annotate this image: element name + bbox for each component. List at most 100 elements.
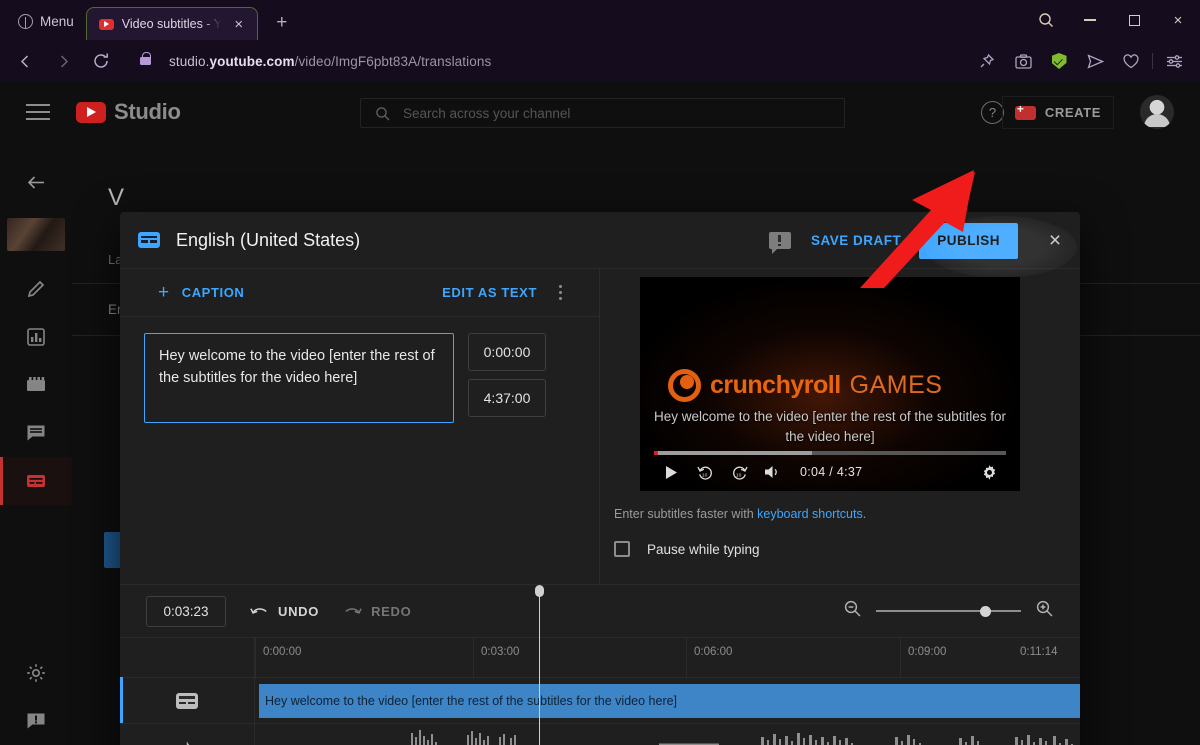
publish-button[interactable]: PUBLISH (919, 222, 1018, 259)
analytics-icon (27, 328, 45, 346)
zoom-slider-thumb[interactable] (980, 606, 991, 617)
caption-text-input[interactable]: Hey welcome to the video [enter the rest… (144, 333, 454, 423)
url-prefix: studio. (169, 53, 210, 69)
sidebar-item-editor[interactable] (0, 361, 72, 409)
forward-10-icon[interactable]: 10 (722, 464, 756, 481)
sidebar-item-feedback[interactable] (0, 697, 72, 745)
video-player[interactable]: crunchyroll GAMES Hey welcome to the vid… (640, 277, 1020, 491)
gear-icon[interactable] (972, 464, 1006, 481)
caption-start-time-input[interactable]: 0:00:00 (468, 333, 546, 371)
redo-label: REDO (371, 603, 412, 619)
tab-title: Video subtitles - YouTube S (121, 17, 221, 31)
music-note-icon: ♪ (182, 736, 192, 745)
caption-time-fields: 0:00:00 4:37:00 (468, 333, 546, 423)
crunchyroll-brand-suffix: GAMES (849, 371, 943, 399)
create-button[interactable]: CREATE (1001, 96, 1114, 129)
video-controls: 10 10 0:04 / 4:37 (654, 459, 1006, 485)
play-icon[interactable] (654, 465, 688, 480)
sidebar-item-details[interactable] (0, 265, 72, 313)
ruler-tick: 0:00:00 (255, 638, 301, 678)
camera-icon[interactable] (1010, 48, 1036, 74)
save-draft-button[interactable]: SAVE DRAFT (811, 233, 901, 248)
pause-while-typing-row[interactable]: Pause while typing (614, 541, 760, 557)
hint-suffix: . (862, 507, 867, 521)
pin-icon[interactable] (974, 48, 1000, 74)
ruler-tick: 0:11:14 (1020, 646, 1058, 658)
maximize-icon[interactable] (1112, 0, 1156, 40)
feedback-icon[interactable] (768, 232, 791, 254)
sidebar-item-back[interactable] (0, 158, 72, 206)
more-options-icon[interactable] (551, 285, 569, 300)
undo-button[interactable]: UNDO (250, 604, 319, 619)
ruler-tick: 0:03:00 (473, 638, 519, 678)
help-icon[interactable]: ? (981, 101, 1004, 124)
window-close-icon[interactable]: × (1156, 0, 1200, 40)
video-thumbnail[interactable] (7, 218, 65, 251)
subtitles-icon (27, 475, 45, 487)
send-icon[interactable] (1082, 48, 1108, 74)
back-icon[interactable] (8, 44, 42, 78)
comment-icon (27, 425, 45, 441)
window-controls: × (1024, 0, 1200, 40)
redo-button[interactable]: REDO (343, 604, 411, 619)
browser-menu-button[interactable]: Menu (12, 7, 80, 35)
video-progress-played (654, 451, 813, 455)
pause-while-typing-checkbox[interactable] (614, 541, 630, 557)
film-icon (27, 377, 45, 391)
keyboard-shortcuts-link[interactable]: keyboard shortcuts (757, 507, 863, 521)
reload-icon[interactable] (84, 44, 118, 78)
caption-timeline-block[interactable]: Hey welcome to the video [enter the rest… (259, 684, 1080, 718)
edit-as-text-button[interactable]: EDIT AS TEXT (442, 285, 537, 300)
video-time-display: 0:04 / 4:37 (800, 465, 863, 479)
youtube-logo-icon (76, 101, 106, 123)
plus-icon: + (158, 282, 170, 303)
timeline-toolbar: 0:03:23 UNDO REDO (120, 585, 1080, 637)
timeline-current-time[interactable]: 0:03:23 (146, 595, 226, 627)
sidebar-bottom-group (0, 649, 72, 745)
url-path: /video/ImgF6pbt83A/translations (294, 53, 492, 69)
sliders-icon[interactable] (1161, 48, 1187, 74)
pencil-icon (27, 280, 45, 298)
caption-toolbar: + CAPTION EDIT AS TEXT (120, 269, 599, 317)
heart-icon[interactable] (1118, 48, 1144, 74)
browser-tab[interactable]: Video subtitles - YouTube S × (85, 7, 258, 40)
closed-caption-icon (176, 692, 198, 709)
caption-track-row[interactable]: Hey welcome to the video [enter the rest… (120, 677, 1080, 724)
sidebar-item-subtitles[interactable] (0, 457, 72, 505)
avatar[interactable] (1140, 95, 1174, 129)
audio-track-row[interactable]: ♪ (120, 723, 1080, 745)
browser-tab-bar: Menu Video subtitles - YouTube S × + × (0, 0, 1200, 40)
add-caption-button[interactable]: + CAPTION (158, 283, 244, 302)
volume-icon[interactable] (756, 464, 790, 480)
video-progress-bar[interactable] (654, 451, 1006, 455)
timeline-zoom-slider[interactable] (876, 604, 1021, 618)
crunchyroll-logo: crunchyroll GAMES (668, 369, 942, 402)
hamburger-menu-icon[interactable] (26, 99, 50, 125)
browser-search-icon[interactable] (1024, 0, 1068, 40)
sidebar-item-settings[interactable] (0, 649, 72, 697)
new-tab-button[interactable]: + (272, 12, 292, 33)
studio-logo[interactable]: Studio (76, 99, 181, 125)
address-bar[interactable]: studio.youtube.com/video/ImgF6pbt83A/tra… (169, 54, 491, 69)
close-icon[interactable]: × (1036, 229, 1074, 253)
zoom-out-icon[interactable] (843, 599, 862, 623)
timeline-playhead[interactable] (535, 585, 544, 745)
studio-logo-text: Studio (114, 99, 181, 124)
sidebar-item-analytics[interactable] (0, 313, 72, 361)
pause-while-typing-label: Pause while typing (647, 541, 760, 557)
timeline-ruler[interactable]: 0:00:00 0:03:00 0:06:00 0:09:00 0:11:14 (120, 637, 1080, 678)
closed-caption-icon (138, 232, 160, 248)
sidebar-item-comments[interactable] (0, 409, 72, 457)
url-domain: youtube.com (209, 53, 295, 69)
replay-10-icon[interactable]: 10 (688, 464, 722, 481)
undo-icon (250, 607, 267, 614)
shield-check-icon[interactable] (1046, 48, 1072, 74)
browser-toolbar-icons (969, 40, 1192, 82)
minimize-icon[interactable] (1068, 0, 1112, 40)
tab-close-icon[interactable]: × (229, 14, 249, 34)
studio-search-box[interactable]: Search across your channel (360, 98, 845, 128)
forward-icon[interactable] (46, 44, 80, 78)
caption-end-time-input[interactable]: 4:37:00 (468, 379, 546, 417)
zoom-in-icon[interactable] (1035, 599, 1054, 623)
video-camera-icon (1014, 102, 1036, 120)
